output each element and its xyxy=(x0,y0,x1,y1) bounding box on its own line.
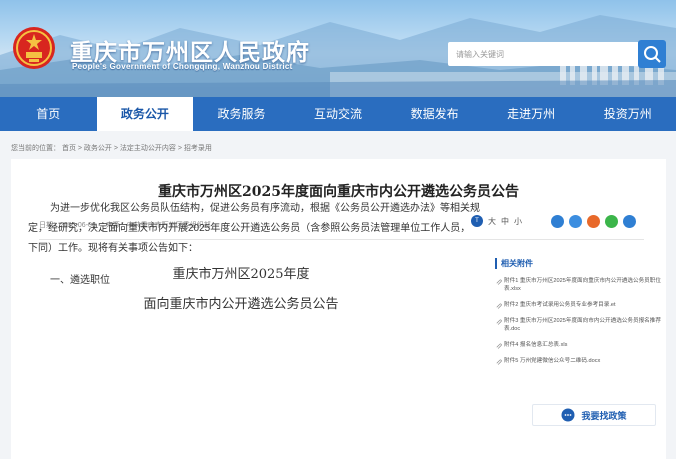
attachment-label: 附件1 重庆市万州区2025年度面向重庆市内公开遴选公务员职位表.xlsx xyxy=(504,278,661,292)
font-size-medium[interactable]: 中 xyxy=(501,216,509,227)
attachment-link[interactable]: 附件4 报名信息汇总表.xls xyxy=(495,341,663,349)
nav-item-data-release[interactable]: 数据发布 xyxy=(386,97,483,131)
national-emblem-icon xyxy=(13,27,55,69)
paperclip-icon xyxy=(496,303,502,309)
nav-item-interaction[interactable]: 互动交流 xyxy=(290,97,387,131)
find-policy-button[interactable]: 我要找政策 xyxy=(532,404,656,426)
attachment-link[interactable]: 附件1 重庆市万州区2025年度面向重庆市内公开遴选公务员职位表.xlsx xyxy=(495,277,663,293)
attachment-label: 附件3 重庆市万州区2025年度面向市内公开遴选公务员报名推荐表.doc xyxy=(504,318,661,332)
font-size-large[interactable]: 大 xyxy=(488,216,496,227)
attachment-link[interactable]: 附件3 重庆市万州区2025年度面向市内公开遴选公务员报名推荐表.doc xyxy=(495,317,663,333)
attachment-label: 附件4 报名信息汇总表.xls xyxy=(504,342,568,348)
wechat-share-icon[interactable] xyxy=(605,215,618,228)
qzone-share-icon[interactable] xyxy=(551,215,564,228)
search-button[interactable] xyxy=(638,40,666,68)
nav-item-home[interactable]: 首页 xyxy=(0,97,97,131)
paperclip-icon xyxy=(496,279,502,285)
nav-item-government-affairs[interactable]: 政务公开 xyxy=(96,97,194,131)
section-heading: 一、遴选职位 xyxy=(50,275,110,286)
attachment-label: 附件2 重庆市考试录用公务员专业参考目录.et xyxy=(504,302,616,308)
qq-share-icon[interactable] xyxy=(569,215,582,228)
main-nav: 首页 政务公开 政务服务 互动交流 数据发布 走进万州 投资万州 xyxy=(0,97,676,131)
related-attachments: 相关附件 附件1 重庆市万州区2025年度面向重庆市内公开遴选公务员职位表.xl… xyxy=(495,258,663,373)
breadcrumb[interactable]: 您当前的位置： 首页 > 政务公开 > 法定主动公开内容 > 招考录用 xyxy=(11,143,212,153)
body-title-line1: 重庆市万州区2025年度 xyxy=(172,267,310,282)
article-paragraph: 为进一步优化我区公务员队伍结构，促进公务员有序流动，根据《公务员公开遴选办法》等… xyxy=(28,203,480,254)
email-share-icon[interactable] xyxy=(623,215,636,228)
share-icons xyxy=(551,215,636,228)
nav-item-about-wanzhou[interactable]: 走进万州 xyxy=(483,97,580,131)
article-title: 重庆市万州区2025年度面向重庆市内公开遴选公务员公告 xyxy=(158,184,519,200)
attachment-link[interactable]: 附件5 万州党建微信公众号二维码.docx xyxy=(495,357,663,365)
chat-icon xyxy=(561,408,575,422)
nav-item-government-services[interactable]: 政务服务 xyxy=(193,97,290,131)
attachment-link[interactable]: 附件2 重庆市考试录用公务员专业参考目录.et xyxy=(495,301,663,309)
search-icon xyxy=(644,46,661,63)
font-size-small[interactable]: 小 xyxy=(514,216,522,227)
paperclip-icon xyxy=(496,343,502,349)
attachment-label: 附件5 万州党建微信公众号二维码.docx xyxy=(504,358,601,364)
paperclip-icon xyxy=(496,319,502,325)
site-subtitle: People's Government of Chongqing, Wanzho… xyxy=(72,62,293,71)
site-header: 重庆市万州区人民政府 People's Government of Chongq… xyxy=(0,0,676,97)
find-policy-label: 我要找政策 xyxy=(581,410,627,421)
weibo-share-icon[interactable] xyxy=(587,215,600,228)
related-title: 相关附件 xyxy=(495,258,663,269)
paperclip-icon xyxy=(496,359,502,365)
search-input[interactable]: 请输入关键词 xyxy=(448,42,638,66)
nav-item-invest-wanzhou[interactable]: 投资万州 xyxy=(579,97,676,131)
body-title-line2: 面向重庆市内公开遴选公务员公告 xyxy=(143,297,339,312)
